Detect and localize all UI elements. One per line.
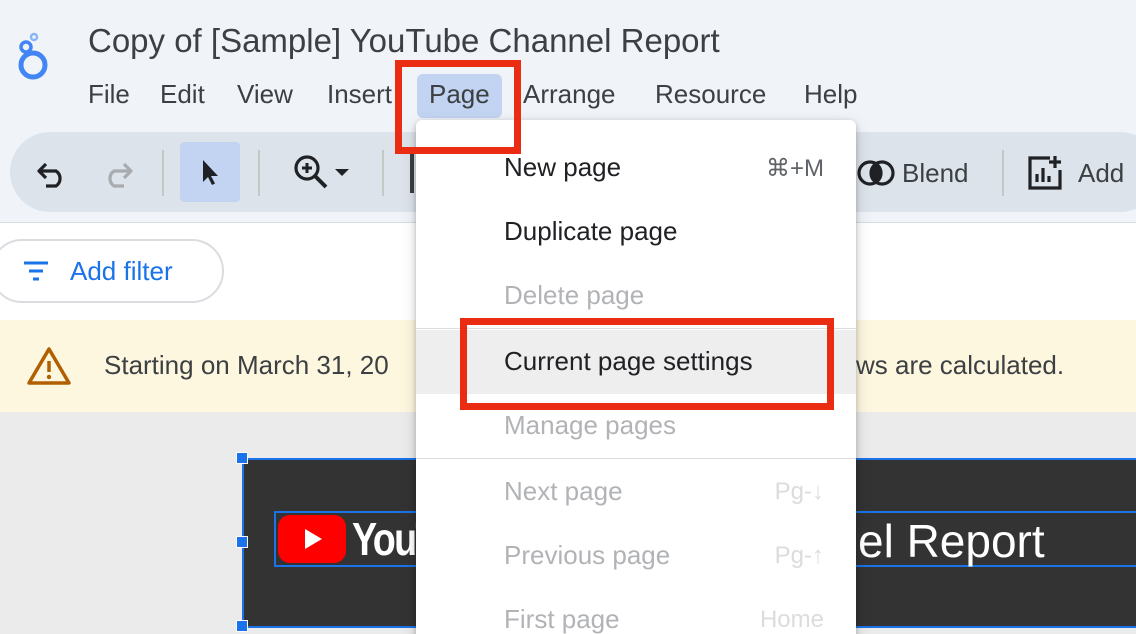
delete-page-label: Delete page (504, 280, 645, 310)
menu-arrange[interactable]: Arrange (511, 74, 628, 118)
document-title[interactable]: Copy of [Sample] YouTube Channel Report (88, 22, 720, 60)
add-filter-button[interactable]: Add filter (0, 239, 224, 303)
blend-label: Blend (902, 157, 969, 188)
annotation-highlight-current-page-settings (460, 318, 834, 410)
resize-handle-bottom-left[interactable] (236, 620, 248, 632)
first-page-shortcut: Home (759, 606, 824, 633)
menu-resource[interactable]: Resource (643, 74, 778, 118)
previous-page-label: Previous page (504, 540, 671, 570)
redo-icon (108, 162, 133, 188)
undo-icon (37, 162, 62, 188)
add-chart-icon (1028, 156, 1062, 190)
toolbar-divider (382, 150, 384, 196)
blend-button[interactable]: Blend (856, 150, 976, 196)
annotation-highlight-page-menu (395, 60, 521, 154)
banner-text-start: Starting on March 31, 20 (104, 350, 389, 380)
duplicate-page-label: Duplicate page (504, 216, 678, 246)
next-page-shortcut: Pg-↓ (774, 478, 824, 505)
filter-icon (24, 261, 48, 281)
toolbar-divider (1002, 150, 1004, 196)
zoom-in-icon (294, 155, 328, 189)
next-page-label: Next page (504, 476, 623, 506)
add-chart-label: Add (1078, 157, 1125, 188)
menu-view[interactable]: View (225, 74, 305, 118)
youtube-play-icon (278, 515, 346, 563)
warning-icon (27, 347, 71, 385)
new-page-label: New page (504, 152, 622, 182)
looker-studio-logo[interactable] (12, 30, 52, 86)
resize-handle-top-left[interactable] (236, 452, 248, 464)
zoom-button[interactable] (282, 148, 362, 198)
add-filter-label: Add filter (70, 255, 173, 286)
blend-icon (857, 160, 895, 186)
cursor-arrow-icon (203, 160, 218, 185)
menu-edit[interactable]: Edit (148, 74, 217, 118)
add-chart-button[interactable]: Add (1026, 150, 1136, 196)
add-page-icon-edge (410, 153, 414, 193)
menu-item-first-page[interactable]: First page Home (416, 588, 856, 634)
menu-help[interactable]: Help (792, 74, 869, 118)
banner-text-end: ws are calculated. (856, 350, 1065, 380)
select-tool-button[interactable] (180, 142, 240, 202)
chevron-down-icon (335, 169, 349, 176)
previous-page-shortcut: Pg-↑ (774, 542, 824, 569)
new-page-shortcut: ⌘+M (765, 155, 824, 182)
report-title[interactable]: el Report (858, 514, 1045, 568)
toolbar-divider (258, 150, 260, 196)
undo-button[interactable] (30, 150, 76, 196)
menu-insert[interactable]: Insert (315, 74, 404, 118)
menu-file[interactable]: File (76, 74, 142, 118)
toolbar-divider (162, 150, 164, 196)
menu-item-duplicate-page[interactable]: Duplicate page (416, 200, 856, 264)
menu-item-next-page[interactable]: Next page Pg-↓ (416, 460, 856, 524)
manage-pages-label: Manage pages (504, 410, 677, 440)
first-page-label: First page (504, 604, 620, 634)
resize-handle-middle-left[interactable] (236, 536, 248, 548)
menu-item-previous-page[interactable]: Previous page Pg-↑ (416, 524, 856, 588)
redo-button[interactable] (94, 150, 140, 196)
menu-divider (416, 458, 856, 459)
